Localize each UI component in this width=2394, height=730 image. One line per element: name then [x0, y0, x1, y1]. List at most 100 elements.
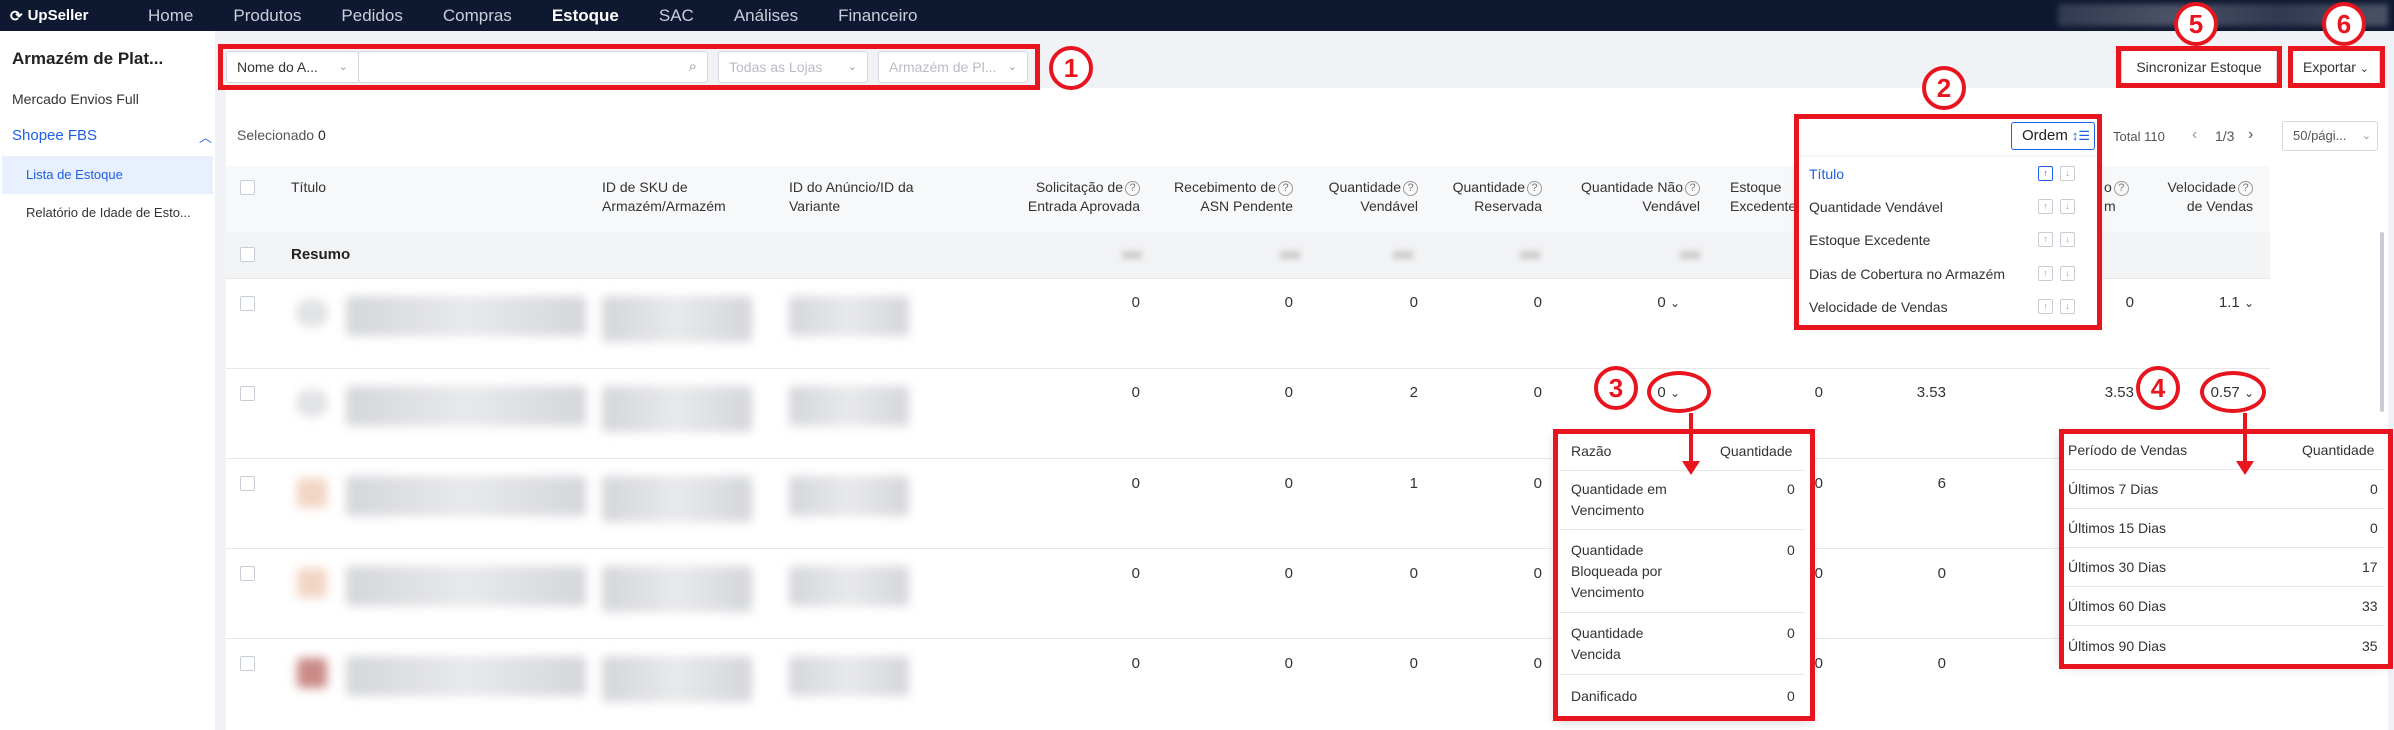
annotation-box-unsellable-popover	[1553, 429, 1815, 721]
cell-reservada: 0	[1533, 294, 1542, 311]
nav-sac[interactable]: SAC	[639, 0, 714, 31]
blurred-listing-id	[789, 386, 909, 426]
blurred-sku	[602, 566, 752, 612]
header-nao-vendavel: Quantidade Não? Vendável	[1560, 178, 1700, 216]
row-checkbox[interactable]	[240, 476, 255, 491]
header-line: Estoque	[1730, 179, 1782, 195]
product-thumbnail	[297, 568, 327, 598]
chevron-down-icon: ⌄	[1669, 296, 1680, 310]
header-sku-id: ID de SKU de Armazém/Armazém	[602, 178, 726, 216]
cell-velocidade[interactable]: 1.1 ⌄	[2194, 294, 2254, 311]
nav-pedidos[interactable]: Pedidos	[321, 0, 422, 31]
prev-page-icon[interactable]: ‹	[2192, 126, 2197, 144]
blurred-title	[346, 566, 586, 606]
header-line: ID de SKU de	[602, 179, 688, 195]
cell-col-a: 0	[1937, 565, 1946, 582]
header-line: m	[2104, 198, 2116, 214]
sidebar-group-shopee-fbs[interactable]: Shopee FBS ︿	[12, 127, 212, 146]
nav-estoque[interactable]: Estoque	[532, 0, 639, 31]
header-line: Velocidade	[2167, 179, 2236, 195]
annotation-box-filters	[218, 44, 1040, 90]
blurred-sku	[602, 386, 752, 432]
cell-value: 0	[1657, 294, 1666, 311]
row-checkbox[interactable]	[240, 386, 255, 401]
header-dias-cobertura: o? m	[2104, 178, 2129, 216]
summary-checkbox[interactable]	[240, 247, 255, 262]
page-indicator: 1/3	[2215, 128, 2235, 144]
cell-col-a: 6	[1937, 475, 1946, 492]
cell-entrada: 0	[1131, 294, 1140, 311]
help-icon[interactable]: ?	[1403, 180, 1418, 196]
header-line: ID do Anúncio/ID da	[789, 179, 914, 195]
nav-home[interactable]: Home	[128, 0, 213, 31]
total-count: Total 110	[2113, 129, 2165, 144]
selected-count-value: 0	[317, 127, 326, 143]
cell-vendavel: 0	[1409, 655, 1418, 672]
header-quantidade-reservada: Quantidade? Reservada	[1430, 178, 1542, 216]
cell-reservada: 0	[1533, 565, 1542, 582]
upseller-logo-icon: ⟳	[10, 7, 23, 25]
help-icon[interactable]: ?	[2238, 180, 2253, 196]
help-icon[interactable]: ?	[1278, 180, 1293, 196]
row-checkbox[interactable]	[240, 566, 255, 581]
header-line: Excedente	[1730, 198, 1797, 214]
cell-asn: 0	[1284, 475, 1293, 492]
header-estoque-excedente: Estoque Excedente	[1730, 178, 1796, 216]
cell-nao-vendavel[interactable]: 0 ⌄	[1620, 294, 1680, 311]
help-icon[interactable]: ?	[1685, 180, 1700, 196]
nav-produtos[interactable]: Produtos	[213, 0, 321, 31]
help-icon[interactable]: ?	[1527, 180, 1542, 196]
row-checkbox[interactable]	[240, 656, 255, 671]
cell-excedente: 0	[1814, 384, 1823, 401]
blurred-sku	[602, 476, 752, 522]
chevron-down-icon: ⌄	[2361, 130, 2371, 142]
cell-entrada: 0	[1131, 655, 1140, 672]
blurred-listing-id	[789, 566, 909, 606]
blurred-title	[346, 386, 586, 426]
select-all-checkbox[interactable]	[240, 180, 255, 195]
nav-compras[interactable]: Compras	[423, 0, 532, 31]
page-size-select[interactable]: 50/pági... ⌄	[2282, 121, 2378, 151]
cell-col-b: 3.53	[2104, 384, 2134, 401]
help-icon[interactable]: ?	[2113, 180, 2129, 196]
nav-financeiro[interactable]: Financeiro	[818, 0, 937, 31]
blurred-listing-id	[789, 296, 909, 336]
header-quantidade-vendavel: Quantidade? Vendável	[1300, 178, 1418, 216]
annotation-box-sync	[2116, 46, 2282, 88]
product-thumbnail	[297, 298, 327, 328]
cell-reservada: 0	[1533, 655, 1542, 672]
nav-analises[interactable]: Análises	[714, 0, 818, 31]
sidebar-item-lista-de-estoque[interactable]: Lista de Estoque	[2, 156, 213, 194]
next-page-icon[interactable]: ›	[2248, 126, 2253, 144]
header-line: Reservada	[1474, 198, 1542, 214]
cell-entrada: 0	[1131, 384, 1140, 401]
cell-col-a: 3.53	[1916, 384, 1946, 401]
upseller-logo[interactable]: ⟳ UpSeller	[10, 7, 128, 25]
row-divider	[226, 368, 2270, 369]
selected-count: Selecionado 0	[237, 127, 326, 143]
blurred-value	[1680, 251, 1700, 259]
row-divider	[226, 458, 2270, 459]
row-checkbox[interactable]	[240, 296, 255, 311]
annotation-box-export	[2288, 46, 2385, 88]
header-line: Vendável	[1360, 198, 1418, 214]
blurred-listing-id	[789, 656, 909, 696]
header-line: Variante	[789, 198, 841, 214]
header-velocidade-vendas: Velocidade? de Vendas	[2150, 178, 2253, 216]
chevron-down-icon: ⌄	[2243, 296, 2254, 310]
cell-value: 1.1	[2218, 294, 2240, 311]
cell-col-a: 0	[1937, 655, 1946, 672]
help-icon[interactable]: ?	[1125, 180, 1140, 196]
header-line: Recebimento de	[1174, 179, 1276, 195]
top-navigation: ⟳ UpSeller Home Produtos Pedidos Compras…	[0, 0, 2394, 31]
header-asn-pendente: Recebimento de? ASN Pendente	[1150, 178, 1293, 216]
header-titulo[interactable]: Título	[291, 178, 326, 197]
blurred-value	[1520, 251, 1540, 259]
sidebar-item-mercado-envios-full[interactable]: Mercado Envios Full	[12, 91, 139, 107]
cell-asn: 0	[1284, 655, 1293, 672]
vertical-scrollbar[interactable]	[2380, 232, 2384, 412]
blurred-value	[1122, 251, 1142, 259]
cell-vendavel: 0	[1409, 565, 1418, 582]
blurred-title	[346, 296, 586, 336]
sidebar-item-relatorio-idade-estoque[interactable]: Relatório de Idade de Esto...	[2, 194, 213, 232]
